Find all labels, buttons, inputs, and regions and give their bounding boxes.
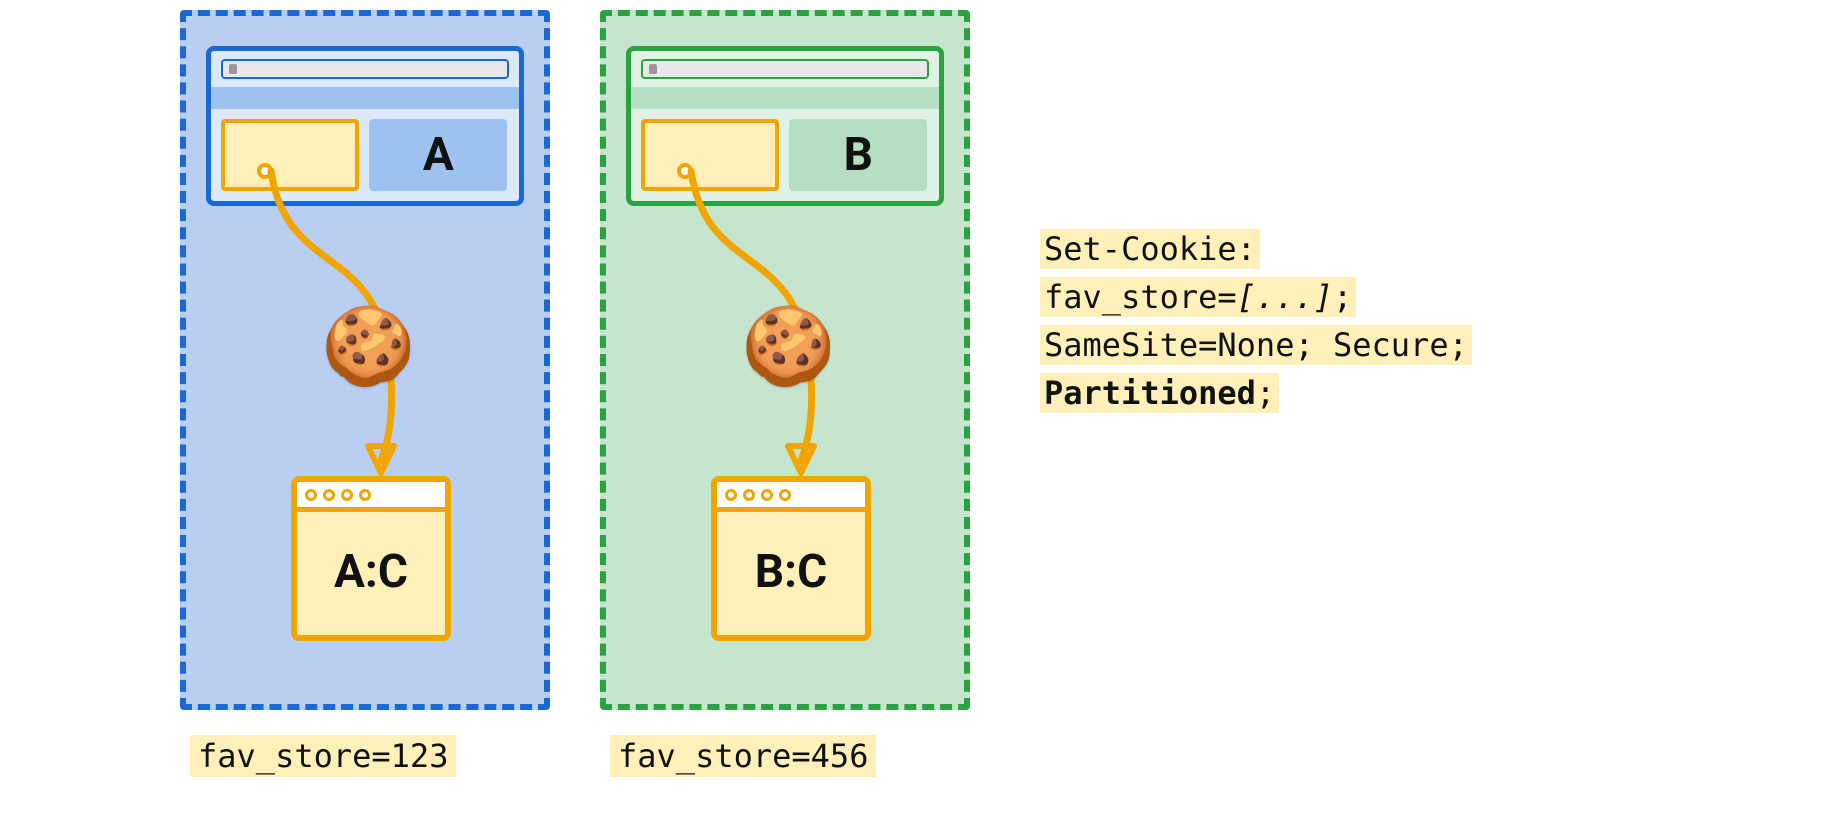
cookie-partitioning-diagram: A 🍪 A:C	[180, 10, 1780, 810]
lock-icon	[229, 64, 237, 74]
code-line-3: SameSite=None; Secure;	[1040, 321, 1472, 369]
browser-b: B	[626, 46, 944, 206]
cookie-icon: 🍪	[321, 301, 416, 391]
cookie-icon: 🍪	[741, 301, 836, 391]
partition-a-container: A 🍪 A:C	[180, 10, 550, 710]
navbar-a	[211, 87, 519, 109]
code-line-2: fav_store=[...];	[1040, 273, 1472, 321]
window-dot-icon	[359, 489, 371, 501]
cookie-jar-a: A:C	[291, 476, 451, 641]
code-line-1: Set-Cookie:	[1040, 225, 1472, 273]
main-frame-b-label: B	[789, 119, 927, 191]
jar-label-b: B:C	[717, 512, 865, 632]
window-dot-icon	[725, 489, 737, 501]
partition-b-container: B 🍪 B:C	[600, 10, 970, 710]
browser-a: A	[206, 46, 524, 206]
code-line-4: Partitioned;	[1040, 369, 1472, 417]
urlbar-a	[221, 59, 509, 79]
window-dot-icon	[305, 489, 317, 501]
set-cookie-header-code: Set-Cookie: fav_store=[...]; SameSite=No…	[1040, 225, 1472, 417]
browser-content-a: A	[221, 119, 509, 191]
caption-a: fav_store=123	[190, 735, 456, 777]
urlbar-b	[641, 59, 929, 79]
browser-content-b: B	[641, 119, 929, 191]
main-frame-a-label: A	[369, 119, 507, 191]
code-text-placeholder: [...]	[1237, 278, 1333, 316]
jar-titlebar-a	[297, 482, 445, 512]
connection-anchor-icon	[257, 163, 273, 179]
code-text: Set-Cookie:	[1040, 229, 1260, 269]
iframe-embed-b	[641, 119, 779, 191]
code-text-partitioned: Partitioned	[1044, 374, 1256, 412]
code-text: fav_store=	[1044, 278, 1237, 316]
lock-icon	[649, 64, 657, 74]
window-dot-icon	[761, 489, 773, 501]
navbar-b	[631, 87, 939, 109]
jar-label-a: A:C	[297, 512, 445, 632]
window-dot-icon	[341, 489, 353, 501]
cookie-jar-b: B:C	[711, 476, 871, 641]
window-dot-icon	[743, 489, 755, 501]
window-dot-icon	[323, 489, 335, 501]
iframe-embed-a	[221, 119, 359, 191]
code-text: SameSite=None; Secure;	[1040, 325, 1472, 365]
window-dot-icon	[779, 489, 791, 501]
code-text: ;	[1333, 278, 1352, 316]
jar-titlebar-b	[717, 482, 865, 512]
code-text: ;	[1256, 374, 1275, 412]
connection-anchor-icon	[677, 163, 693, 179]
caption-b: fav_store=456	[610, 735, 876, 777]
